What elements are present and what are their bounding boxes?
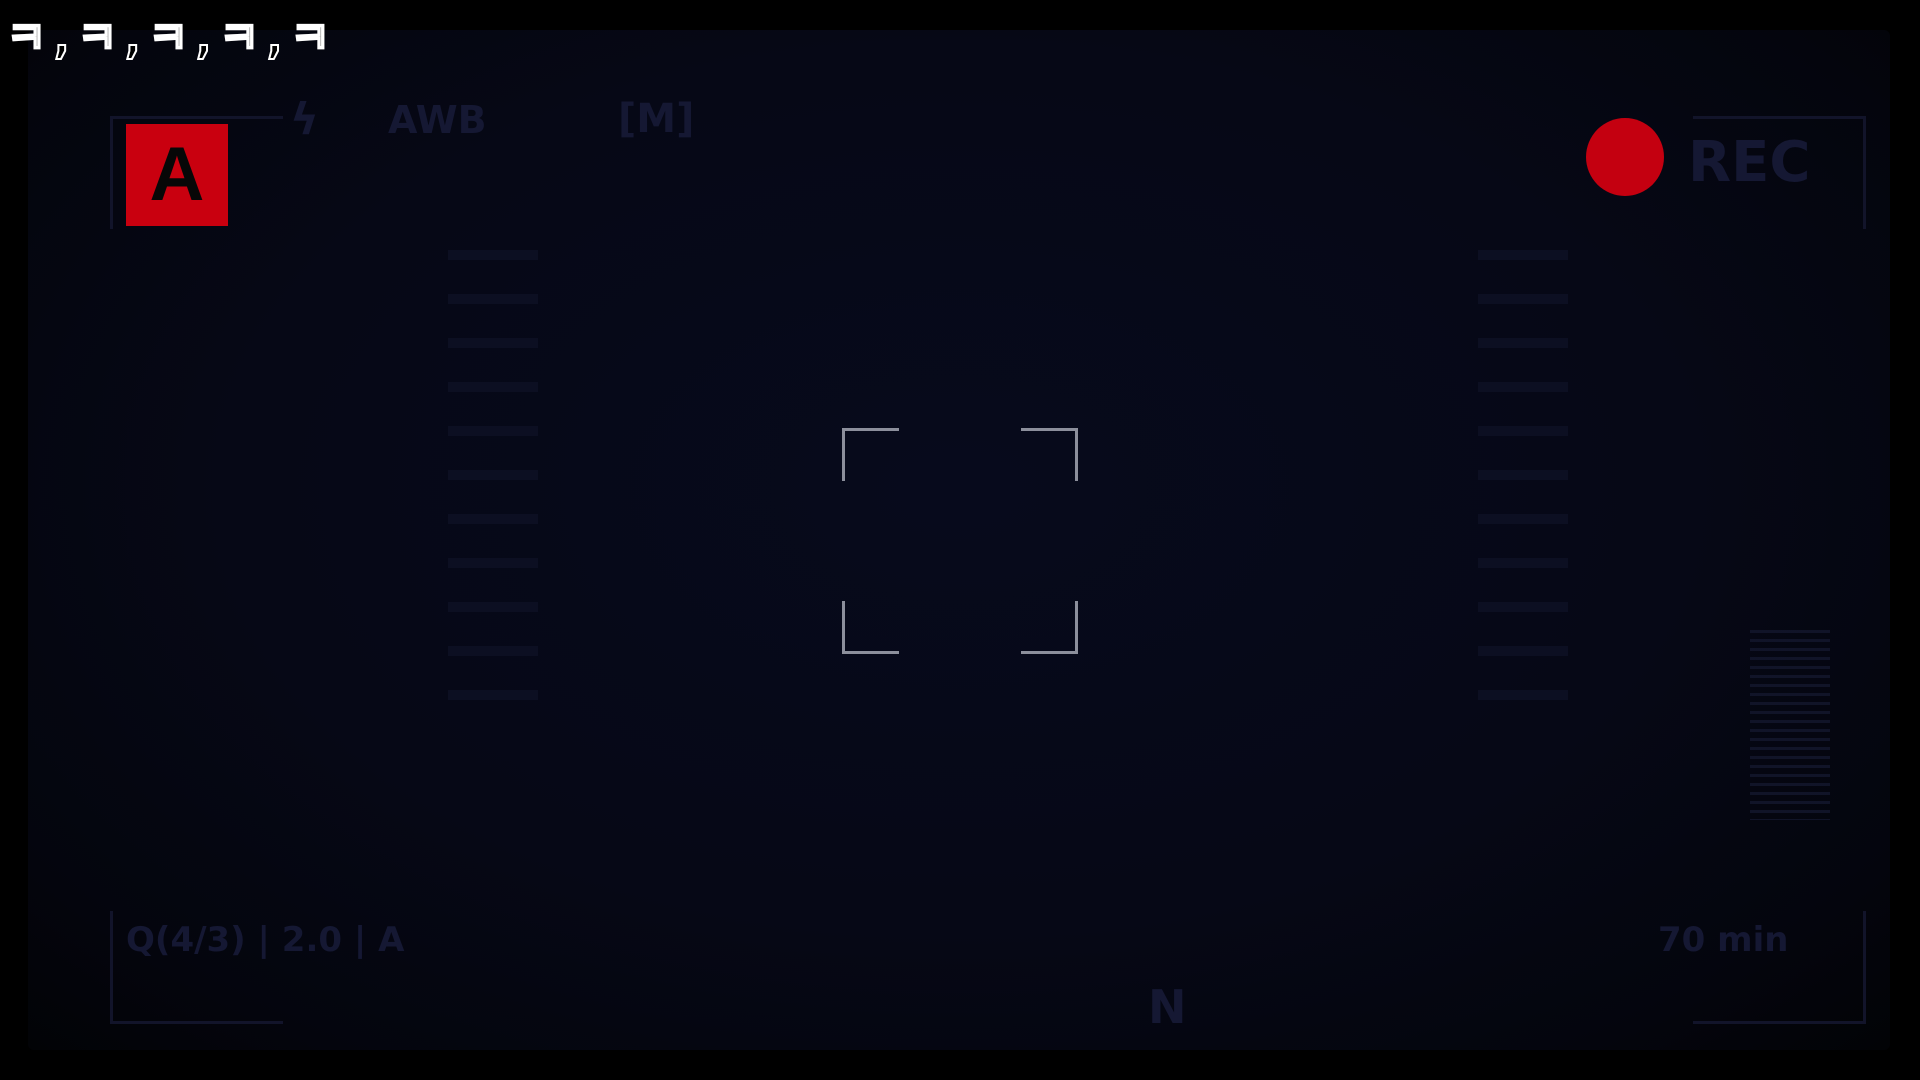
stamp-text: ㅋ,ㅋ,ㅋ,ㅋ,ㅋ (5, 12, 333, 65)
remaining-time: 70 min (1658, 920, 1789, 960)
focus-corner-bottom-left (842, 601, 899, 654)
left-scale (448, 250, 538, 700)
focus-corner-bottom-right (1021, 601, 1078, 654)
metering-icon: [M] (618, 96, 695, 142)
flash-icon: ϟ (290, 94, 320, 145)
rec-label: REC (1688, 130, 1811, 195)
bottom-center-info: N (1148, 980, 1187, 1034)
focus-corner-top-left (842, 428, 899, 481)
shooting-mode-badge: A (126, 124, 228, 226)
focus-bracket (842, 428, 1078, 654)
camera-screen: ϟ AWB [M] Q(4/3) | 2.0 | A N 70 min REC … (0, 0, 1920, 1080)
audio-level-meter (1750, 630, 1830, 820)
focus-corner-top-right (1021, 428, 1078, 481)
awb-indicator: AWB (388, 98, 487, 142)
bottom-left-info: Q(4/3) | 2.0 | A (126, 920, 405, 960)
record-indicator-icon (1586, 118, 1664, 196)
right-scale (1478, 250, 1568, 700)
